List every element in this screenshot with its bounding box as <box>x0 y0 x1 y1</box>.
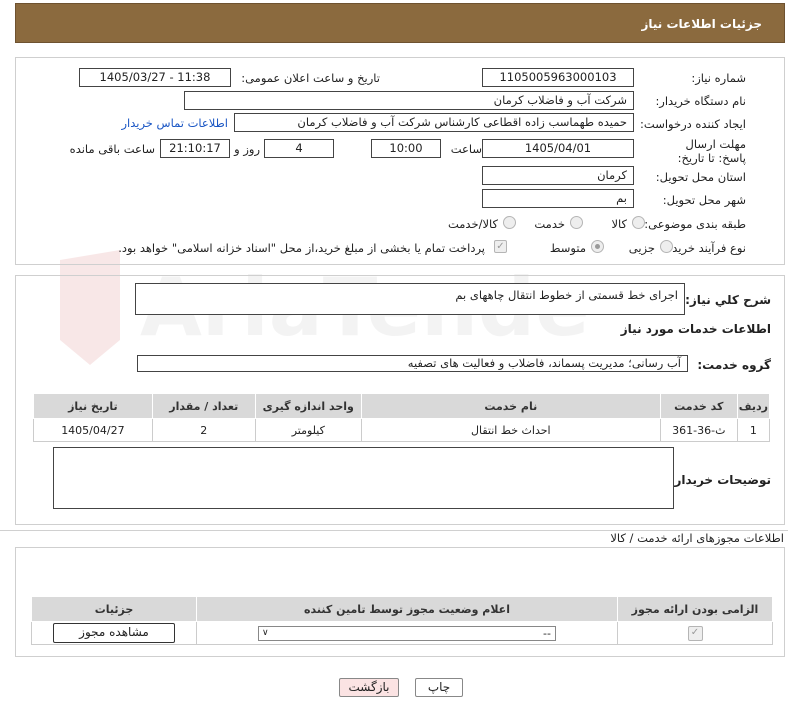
cell-service-code: ث-36-361 <box>659 418 738 442</box>
buyer-notes-label: توضیحات خریدار: <box>669 473 771 487</box>
back-button[interactable]: بازگشت <box>339 678 399 697</box>
cell-permit-details: مشاهده مجوز <box>31 621 197 645</box>
service-group-field: آب رسانی؛ مدیریت پسماند، فاضلاب و فعالیت… <box>137 355 688 372</box>
cell-permit-required: ✓ <box>617 621 773 645</box>
process-option-medium: متوسط <box>549 241 586 255</box>
table-row: 1 ث-36-361 احداث خط انتقال کیلومتر 2 140… <box>33 418 771 442</box>
category-radio-goods[interactable] <box>632 216 645 229</box>
service-group-label: گروه خدمت: <box>697 358 771 372</box>
category-radio-service[interactable] <box>570 216 583 229</box>
page-header: جزئیات اطلاعات نیاز <box>15 3 785 43</box>
cell-unit: کیلومتر <box>254 418 362 442</box>
category-option-goods-service: کالا/خدمت <box>447 217 498 231</box>
province-field: کرمان <box>482 166 634 185</box>
remaining-time-label: ساعت باقی مانده <box>69 142 155 156</box>
city-field: بم <box>482 189 634 208</box>
buyer-org-field: شرکت آب و فاضلاب کرمان <box>184 91 634 110</box>
announce-datetime-label: تاریخ و ساعت اعلان عمومی: <box>241 71 380 85</box>
col-service-name: نام خدمت <box>360 393 661 419</box>
days-remaining-field: 4 <box>264 139 334 158</box>
buyer-notes-textarea[interactable] <box>53 447 674 509</box>
col-permit-status: اعلام وضعیت مجوز توسط تامین کننده <box>196 596 618 622</box>
cell-service-name: احداث خط انتقال <box>360 418 661 442</box>
page-title: جزئیات اطلاعات نیاز <box>641 17 762 31</box>
chevron-down-icon: ∨ <box>262 627 269 638</box>
permit-required-checkbox[interactable]: ✓ <box>687 626 703 641</box>
process-option-minor: جزیی <box>628 241 655 255</box>
cell-need-date: 1405/04/27 <box>33 418 153 442</box>
need-number-field: 1105005963000103 <box>482 68 634 87</box>
category-option-service: خدمت <box>534 217 565 231</box>
announce-datetime-field: 1405/03/27 - 11:38 <box>79 68 231 87</box>
permits-title: اطلاعات مجوزهای ارائه خدمت / کالا <box>610 531 784 545</box>
process-type-label: نوع فرآیند خرید : <box>664 241 746 255</box>
category-radio-goods-service[interactable] <box>503 216 516 229</box>
services-title: اطلاعات خدمات مورد نیاز <box>620 322 771 336</box>
category-option-goods: کالا <box>611 217 627 231</box>
permits-table: الزامی بودن ارائه مجوز اعلام وضعیت مجوز … <box>31 596 773 645</box>
services-table-header: ردیف کد خدمت نام خدمت واحد اندازه گیری ت… <box>33 393 771 419</box>
cell-permit-status: ∨ -- <box>196 621 618 645</box>
cell-row: 1 <box>736 418 771 442</box>
permits-table-header: الزامی بودن ارائه مجوز اعلام وضعیت مجوز … <box>31 596 773 622</box>
requester-field: حمیده طهماسب زاده اقطاعی کارشناس شرکت آب… <box>234 113 634 132</box>
cell-quantity: 2 <box>151 418 256 442</box>
col-permit-required: الزامی بودن ارائه مجوز <box>617 596 773 622</box>
deadline-time-field: 10:00 <box>371 139 441 158</box>
col-need-date: تاریخ نیاز <box>33 393 153 419</box>
buyer-contact-link[interactable]: اطلاعات تماس خریدار <box>121 116 228 130</box>
col-unit: واحد اندازه گیری <box>254 393 362 419</box>
permit-status-value: -- <box>543 626 551 640</box>
services-table: ردیف کد خدمت نام خدمت واحد اندازه گیری ت… <box>33 393 771 442</box>
col-permit-details: جزئیات <box>31 596 197 622</box>
city-label: شهر محل تحویل: <box>662 193 746 207</box>
need-number-label: شماره نیاز: <box>691 71 746 85</box>
print-button[interactable]: چاپ <box>415 678 463 697</box>
treasury-payment-checkbox[interactable]: ✓ <box>494 240 507 253</box>
treasury-payment-note: پرداخت تمام یا بخشی از مبلغ خرید،از محل … <box>118 241 485 255</box>
description-field: اجرای خط قسمتی از خطوط انتقال چاههای بم <box>135 283 685 315</box>
col-quantity: تعداد / مقدار <box>151 393 256 419</box>
deadline-label: مهلت ارسال پاسخ: تا تاریخ: <box>677 137 746 165</box>
province-label: استان محل تحویل: <box>655 170 746 184</box>
process-radio-medium[interactable] <box>591 240 604 253</box>
col-row: ردیف <box>736 393 771 419</box>
description-label: شرح کلي نياز: <box>685 293 771 307</box>
col-service-code: کد خدمت <box>659 393 738 419</box>
process-radio-minor[interactable] <box>660 240 673 253</box>
deadline-date-field: 1405/04/01 <box>482 139 634 158</box>
permit-status-select[interactable]: ∨ -- <box>258 625 556 641</box>
view-permit-button[interactable]: مشاهده مجوز <box>53 623 175 643</box>
remaining-time-field: 21:10:17 <box>160 139 230 158</box>
requester-label: ایجاد کننده درخواست: <box>640 117 746 131</box>
buyer-org-label: نام دستگاه خریدار: <box>655 94 746 108</box>
table-row: ✓ ∨ -- مشاهده مجوز <box>31 621 773 645</box>
days-label: روز و <box>234 142 260 156</box>
category-label: طبقه بندی موضوعی: <box>644 217 746 231</box>
deadline-time-label: ساعت <box>450 142 482 156</box>
